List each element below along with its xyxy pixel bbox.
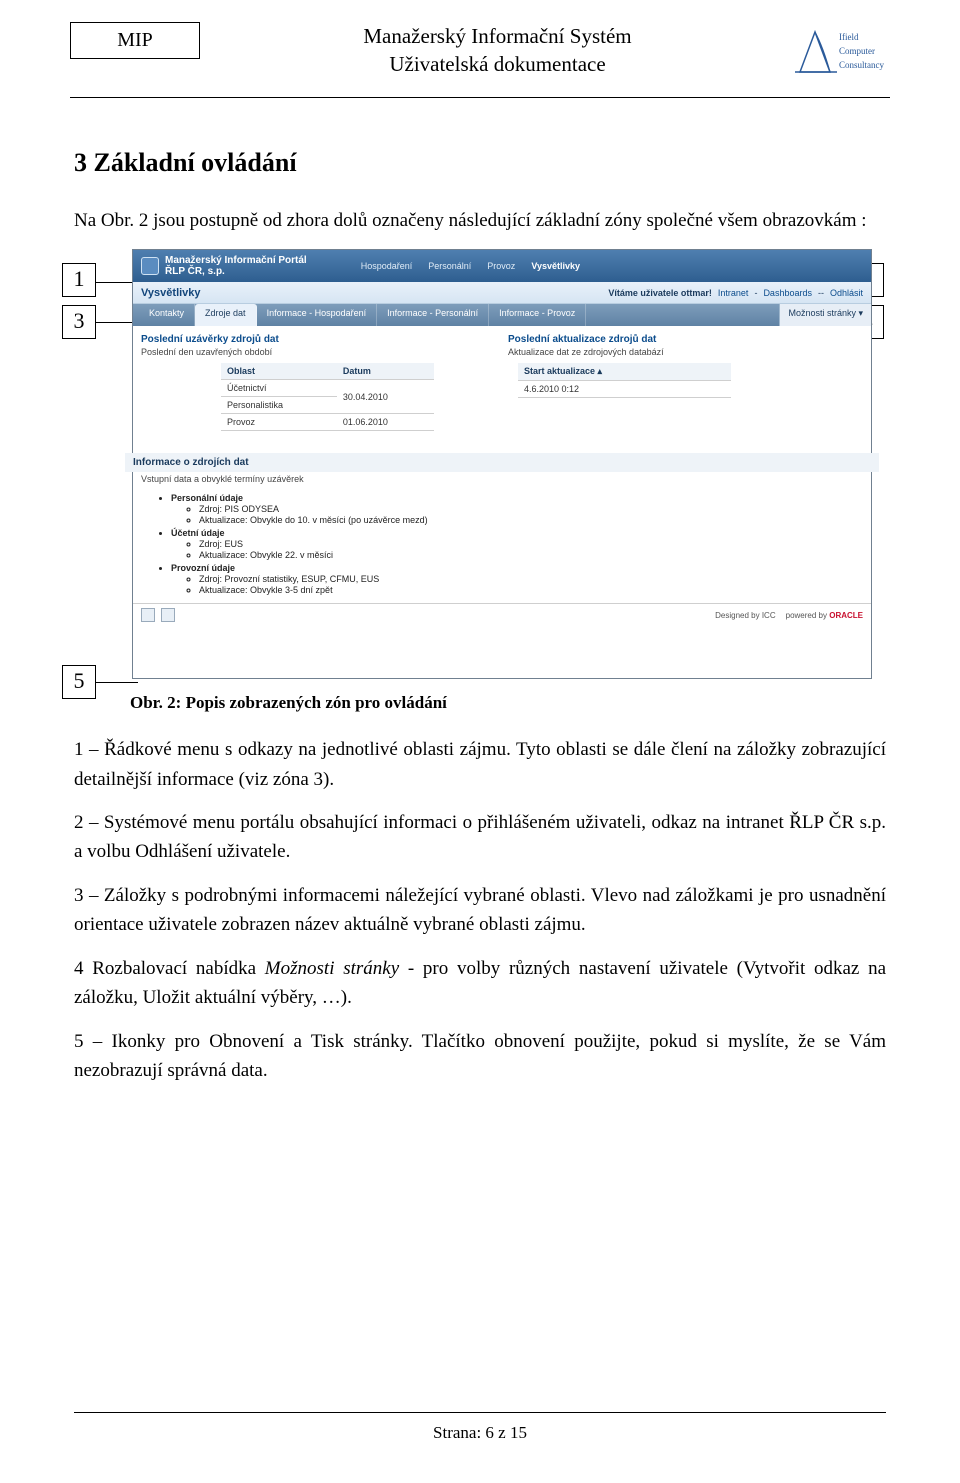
app-topmenu: Hospodaření Personální Provoz Vysvětlivk…: [361, 261, 580, 271]
callout-3: 3: [62, 305, 96, 339]
list-item: Účetní údaje Zdroj: EUS Aktualizace: Obv…: [171, 528, 863, 560]
table-row: Účetnictví 30.04.2010: [221, 380, 434, 397]
area-title: Vysvětlivky: [141, 287, 201, 299]
link-logout[interactable]: Odhlásit: [830, 288, 863, 298]
desc-4: 4 Rozbalovací nabídka Možnosti stránky -…: [74, 954, 886, 1013]
doc-title-line1: Manažerský Informační Systém: [200, 22, 795, 50]
list-subitem: Zdroj: Provozní statistiky, ESUP, CFMU, …: [199, 574, 863, 584]
topmenu-provoz[interactable]: Provoz: [487, 261, 515, 271]
col-oblast[interactable]: Oblast: [221, 363, 337, 380]
page-number: Strana: 6 z 15: [74, 1423, 886, 1443]
topmenu-hospodareni[interactable]: Hospodaření: [361, 261, 413, 271]
app-logo[interactable]: Manažerský Informační Portál ŘLP ČR, s.p…: [141, 255, 307, 277]
desc-3: 3 – Záložky s podrobnými informacemi nál…: [74, 881, 886, 940]
tab-zdroje-dat[interactable]: Zdroje dat: [195, 304, 257, 326]
mip-label: MIP: [70, 22, 200, 59]
doc-body: 3 Základní ovládání Na Obr. 2 jsou postu…: [0, 98, 960, 1086]
svg-text:Ifield: Ifield: [839, 32, 859, 42]
right-table: Start aktualizace ▴ 4.6.2010 0:12: [518, 363, 731, 398]
callout-1: 1: [62, 263, 96, 297]
shot-footer: Designed by ICC powered by ORACLE: [133, 603, 871, 626]
left-column: Poslední uzávěrky zdrojů dat Poslední de…: [141, 334, 496, 431]
tab-info-personalni[interactable]: Informace - Personální: [377, 304, 489, 326]
link-dashboards[interactable]: Dashboards: [763, 288, 812, 298]
callout-5-line: [96, 682, 138, 683]
doc-header: MIP Manažerský Informační Systém Uživate…: [0, 0, 960, 89]
doc-title-line2: Uživatelská dokumentace: [200, 50, 795, 78]
app-title-line1: Manažerský Informační Portál: [165, 255, 307, 266]
print-icon[interactable]: [161, 608, 175, 622]
tab-info-hospodareni[interactable]: Informace - Hospodaření: [257, 304, 378, 326]
table-header-row: Oblast Datum: [221, 363, 434, 380]
list-subitem: Zdroj: PIS ODYSEA: [199, 504, 863, 514]
callout-5: 5: [62, 665, 96, 699]
tab-info-provoz[interactable]: Informace - Provoz: [489, 304, 586, 326]
table-row: Provoz 01.06.2010: [221, 414, 434, 431]
svg-text:Consultancy: Consultancy: [839, 60, 884, 70]
app-title-line2: ŘLP ČR, s.p.: [165, 266, 307, 277]
page-options-dropdown[interactable]: Možnosti stránky ▾: [779, 304, 871, 326]
shot-content: Poslední uzávěrky zdrojů dat Poslední de…: [133, 326, 871, 439]
col-datum[interactable]: Datum: [337, 363, 434, 380]
left-block-sub: Poslední den uzavřených období: [141, 347, 496, 357]
screenshot: Manažerský Informační Portál ŘLP ČR, s.p…: [132, 249, 872, 679]
svg-text:Computer: Computer: [839, 46, 875, 56]
intro-paragraph: Na Obr. 2 jsou postupně od zhora dolů oz…: [74, 206, 886, 235]
link-intranet[interactable]: Intranet: [718, 288, 749, 298]
doc-title: Manažerský Informační Systém Uživatelská…: [200, 22, 795, 79]
figure-wrap: 1 3 2 4 5 Manažerský Informační Portál Ř…: [68, 249, 878, 679]
list-subitem: Aktualizace: Obvykle 22. v měsíci: [199, 550, 863, 560]
list-subitem: Zdroj: EUS: [199, 539, 863, 549]
list-item: Personální údaje Zdroj: PIS ODYSEA Aktua…: [171, 493, 863, 525]
list-item: Provozní údaje Zdroj: Provozní statistik…: [171, 563, 863, 595]
welcome-text: Vítáme uživatele ottmar!: [608, 288, 712, 298]
table-header-row: Start aktualizace ▴: [518, 363, 731, 381]
page-footer: Strana: 6 z 15: [74, 1412, 886, 1443]
desc-5: 5 – Ikonky pro Obnovení a Tisk stránky. …: [74, 1027, 886, 1086]
company-logo-icon: Ifield Computer Consultancy: [795, 22, 890, 77]
app-logo-icon: [141, 257, 159, 275]
app-topbar: Manažerský Informační Portál ŘLP ČR, s.p…: [133, 250, 871, 282]
right-block-sub: Aktualizace dat ze zdrojových databází: [508, 347, 863, 357]
desc-1: 1 – Řádkové menu s odkazy na jednotlivé …: [74, 735, 886, 794]
right-column: Poslední aktualizace zdrojů dat Aktualiz…: [508, 334, 863, 431]
col-start-aktualizace[interactable]: Start aktualizace ▴: [518, 363, 731, 381]
figure-caption: Obr. 2: Popis zobrazených zón pro ovládá…: [130, 693, 886, 713]
tab-kontakty[interactable]: Kontakty: [139, 304, 195, 326]
info-section-title: Informace o zdrojích dat: [125, 453, 879, 472]
designed-by: Designed by ICC: [715, 611, 775, 620]
left-table: Oblast Datum Účetnictví 30.04.2010 Perso…: [221, 363, 434, 431]
info-list: Personální údaje Zdroj: PIS ODYSEA Aktua…: [141, 493, 863, 595]
topmenu-vysvetlivky[interactable]: Vysvětlivky: [531, 261, 580, 271]
list-subitem: Aktualizace: Obvykle 3-5 dní zpět: [199, 585, 863, 595]
oracle-logo: ORACLE: [829, 611, 863, 620]
app-subbar: Vysvětlivky Vítáme uživatele ottmar! Int…: [133, 282, 871, 304]
desc-2: 2 – Systémové menu portálu obsahující in…: [74, 808, 886, 867]
right-block-title: Poslední aktualizace zdrojů dat: [508, 334, 863, 345]
footer-rule: [74, 1412, 886, 1413]
info-section-sub: Vstupní data a obvyklé termíny uzávěrek: [141, 474, 863, 490]
tabbar: Kontakty Zdroje dat Informace - Hospodař…: [133, 304, 871, 326]
powered-by: powered by ORACLE: [786, 611, 863, 620]
table-row: 4.6.2010 0:12: [518, 381, 731, 398]
section-heading: 3 Základní ovládání: [74, 148, 886, 178]
list-subitem: Aktualizace: Obvykle do 10. v měsíci (po…: [199, 515, 863, 525]
left-block-title: Poslední uzávěrky zdrojů dat: [141, 334, 496, 345]
topmenu-personalni[interactable]: Personální: [428, 261, 471, 271]
refresh-icon[interactable]: [141, 608, 155, 622]
